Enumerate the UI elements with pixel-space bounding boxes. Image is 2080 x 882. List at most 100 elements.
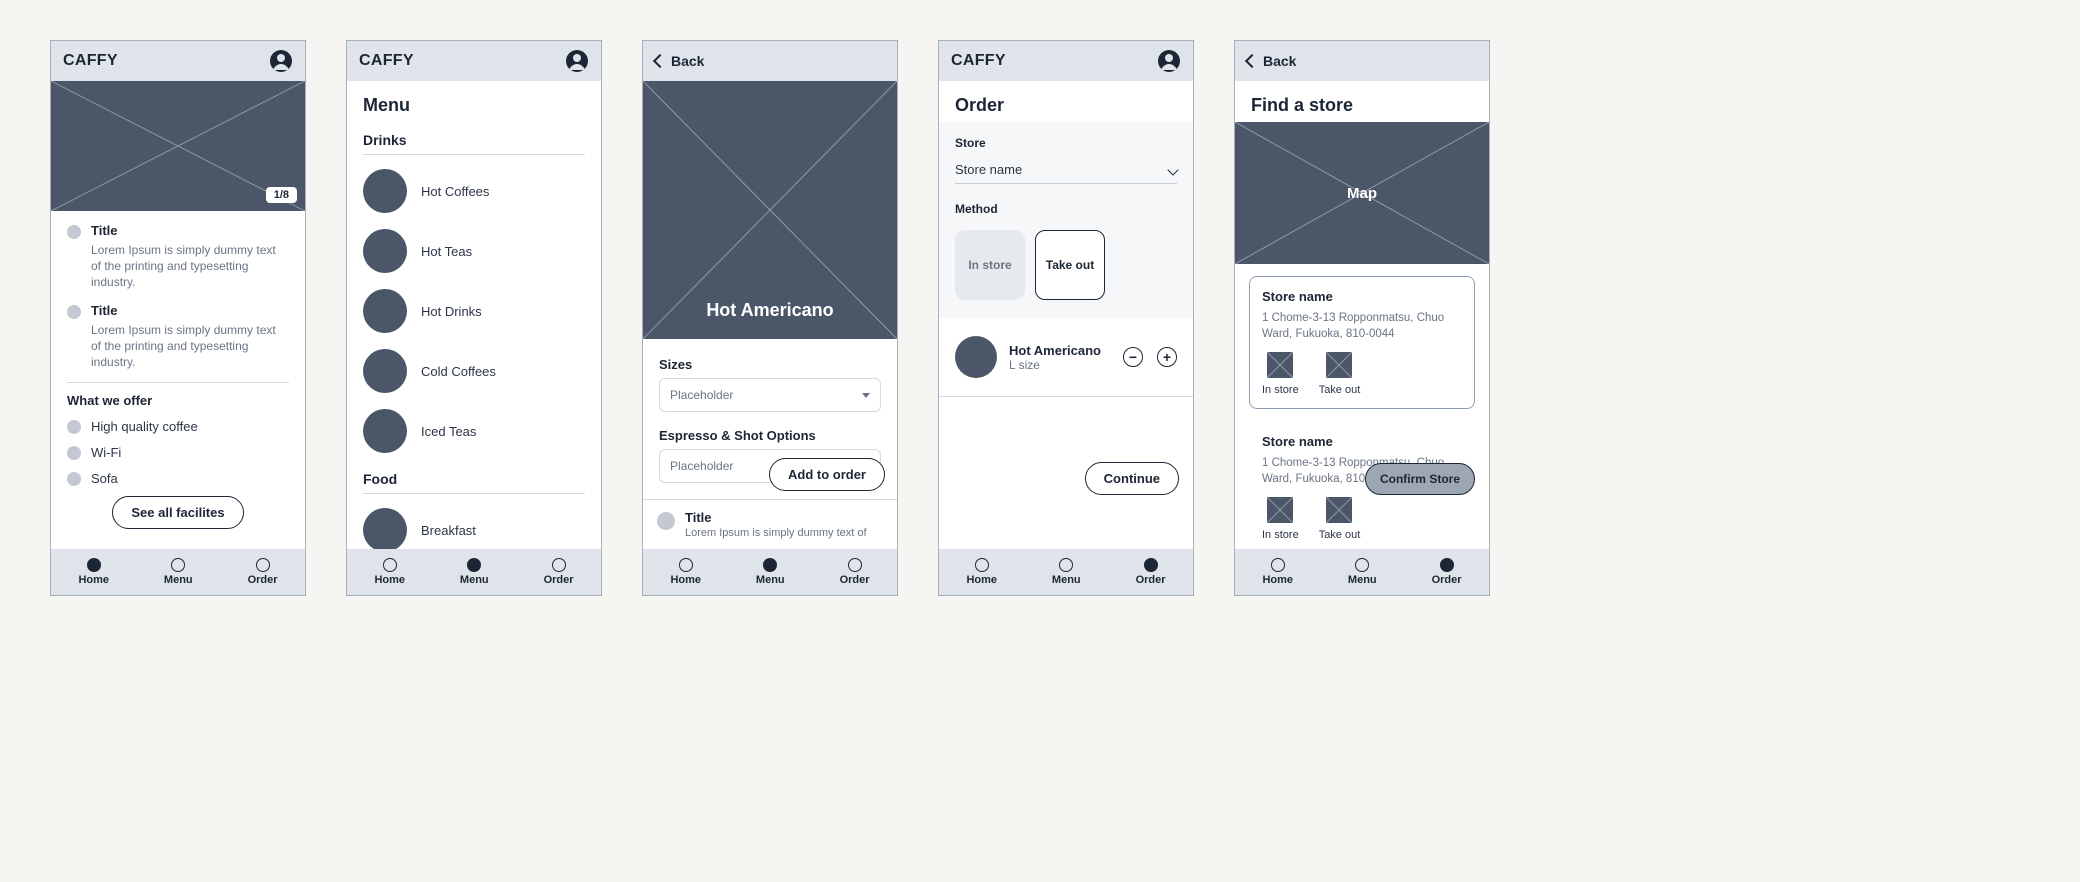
store-option-take-out[interactable]: Take out bbox=[1319, 497, 1361, 541]
menu-item-image-icon bbox=[363, 289, 407, 333]
news-item[interactable]: Title Lorem Ipsum is simply dummy text o… bbox=[67, 303, 289, 371]
method-take-out-button[interactable]: Take out bbox=[1035, 230, 1105, 300]
menu-item-label: Breakfast bbox=[421, 523, 476, 538]
account-icon[interactable] bbox=[269, 49, 293, 73]
menu-item[interactable]: Hot Teas bbox=[347, 221, 601, 281]
tab-label: Menu bbox=[1348, 574, 1377, 586]
bullet-icon bbox=[657, 512, 675, 530]
section-heading: What we offer bbox=[67, 393, 289, 408]
store-option-label: Take out bbox=[1319, 529, 1361, 541]
bullet-icon bbox=[67, 305, 81, 319]
back-button[interactable]: Back bbox=[655, 53, 704, 69]
tab-label: Order bbox=[840, 574, 870, 586]
continue-button[interactable]: Continue bbox=[1085, 462, 1179, 495]
store-option-in-store[interactable]: In store bbox=[1262, 497, 1299, 541]
back-label: Back bbox=[671, 53, 704, 69]
size-select[interactable]: Placeholder bbox=[659, 378, 881, 412]
menu-item[interactable]: Breakfast bbox=[347, 500, 601, 549]
tab-menu[interactable]: Menu bbox=[1052, 558, 1081, 586]
tab-menu[interactable]: Menu bbox=[460, 558, 489, 586]
menu-item-image-icon bbox=[363, 169, 407, 213]
screen-menu: CAFFY Menu Drinks Hot Coffees Hot Teas H… bbox=[346, 40, 602, 596]
tab-indicator-icon bbox=[763, 558, 777, 572]
bullet-icon bbox=[67, 420, 81, 434]
account-icon[interactable] bbox=[565, 49, 589, 73]
tab-home[interactable]: Home bbox=[374, 558, 405, 586]
screen-find-store: Back Find a store Map Store name 1 Chome… bbox=[1234, 40, 1490, 596]
cart-item-sub: L size bbox=[1009, 358, 1101, 372]
sheet-title: Title bbox=[685, 510, 883, 525]
select-placeholder: Placeholder bbox=[670, 388, 733, 402]
offer-label: Wi-Fi bbox=[91, 445, 121, 460]
tab-indicator-icon bbox=[552, 558, 566, 572]
tab-order[interactable]: Order bbox=[840, 558, 870, 586]
bullet-icon bbox=[67, 446, 81, 460]
bottom-sheet[interactable]: Title Lorem Ipsum is simply dummy text o… bbox=[643, 499, 897, 549]
offer-label: Sofa bbox=[91, 471, 118, 486]
store-option-take-out[interactable]: Take out bbox=[1319, 352, 1361, 396]
menu-item[interactable]: Iced Teas bbox=[347, 401, 601, 461]
method-in-store-button[interactable]: In store bbox=[955, 230, 1025, 300]
tab-order[interactable]: Order bbox=[1432, 558, 1462, 586]
tab-menu[interactable]: Menu bbox=[164, 558, 193, 586]
tab-indicator-icon bbox=[256, 558, 270, 572]
news-item[interactable]: Title Lorem Ipsum is simply dummy text o… bbox=[67, 223, 289, 291]
tab-label: Home bbox=[78, 574, 109, 586]
divider bbox=[67, 382, 289, 383]
tab-label: Home bbox=[966, 574, 997, 586]
store-select[interactable]: Store name bbox=[955, 156, 1177, 184]
tab-menu[interactable]: Menu bbox=[756, 558, 785, 586]
menu-item-label: Hot Teas bbox=[421, 244, 472, 259]
tab-label: Home bbox=[374, 574, 405, 586]
store-card[interactable]: Store name 1 Chome-3-13 Ropponmatsu, Chu… bbox=[1249, 276, 1475, 409]
hero-image-placeholder[interactable]: 1/8 bbox=[51, 81, 305, 211]
product-image-placeholder: Hot Americano bbox=[643, 81, 897, 339]
brand-logo: CAFFY bbox=[63, 52, 118, 70]
app-bar: CAFFY bbox=[347, 41, 601, 81]
see-all-facilities-button[interactable]: See all facilites bbox=[112, 496, 243, 529]
tab-indicator-icon bbox=[383, 558, 397, 572]
tab-home[interactable]: Home bbox=[670, 558, 701, 586]
store-name: Store name bbox=[1262, 434, 1462, 449]
map-label: Map bbox=[1235, 122, 1489, 264]
tab-label: Order bbox=[1136, 574, 1166, 586]
tab-indicator-icon bbox=[975, 558, 989, 572]
sheet-desc: Lorem Ipsum is simply dummy text of bbox=[685, 527, 883, 539]
brand-logo: CAFFY bbox=[951, 52, 1006, 70]
menu-item-image-icon bbox=[363, 508, 407, 549]
brand-logo: CAFFY bbox=[359, 52, 414, 70]
tab-indicator-icon bbox=[848, 558, 862, 572]
tab-order[interactable]: Order bbox=[1136, 558, 1166, 586]
menu-item[interactable]: Hot Coffees bbox=[347, 161, 601, 221]
tab-order[interactable]: Order bbox=[248, 558, 278, 586]
divider bbox=[363, 154, 585, 155]
field-label-sizes: Sizes bbox=[659, 357, 881, 372]
tab-home[interactable]: Home bbox=[1262, 558, 1293, 586]
tab-home[interactable]: Home bbox=[966, 558, 997, 586]
confirm-store-button[interactable]: Confirm Store bbox=[1365, 463, 1475, 495]
select-placeholder: Placeholder bbox=[670, 459, 733, 473]
menu-item-label: Hot Drinks bbox=[421, 304, 482, 319]
quantity-minus-button[interactable]: − bbox=[1123, 347, 1143, 367]
menu-item[interactable]: Cold Coffees bbox=[347, 341, 601, 401]
back-bar: Back bbox=[1235, 41, 1489, 81]
chevron-left-icon bbox=[1245, 54, 1259, 68]
quantity-plus-button[interactable]: + bbox=[1157, 347, 1177, 367]
store-option-label: In store bbox=[1262, 384, 1299, 396]
add-to-order-button[interactable]: Add to order bbox=[769, 458, 885, 491]
tab-home[interactable]: Home bbox=[78, 558, 109, 586]
account-icon[interactable] bbox=[1157, 49, 1181, 73]
store-option-in-store[interactable]: In store bbox=[1262, 352, 1299, 396]
tab-label: Order bbox=[248, 574, 278, 586]
page-title: Menu bbox=[347, 81, 601, 122]
tab-menu[interactable]: Menu bbox=[1348, 558, 1377, 586]
menu-item[interactable]: Hot Drinks bbox=[347, 281, 601, 341]
map-placeholder[interactable]: Map bbox=[1235, 122, 1489, 264]
category-heading: Drinks bbox=[347, 122, 601, 154]
tab-order[interactable]: Order bbox=[544, 558, 574, 586]
back-button[interactable]: Back bbox=[1247, 53, 1296, 69]
tab-indicator-icon bbox=[1144, 558, 1158, 572]
product-name: Hot Americano bbox=[643, 300, 897, 321]
category-heading: Food bbox=[347, 461, 601, 493]
tab-bar: Home Menu Order bbox=[347, 549, 601, 595]
